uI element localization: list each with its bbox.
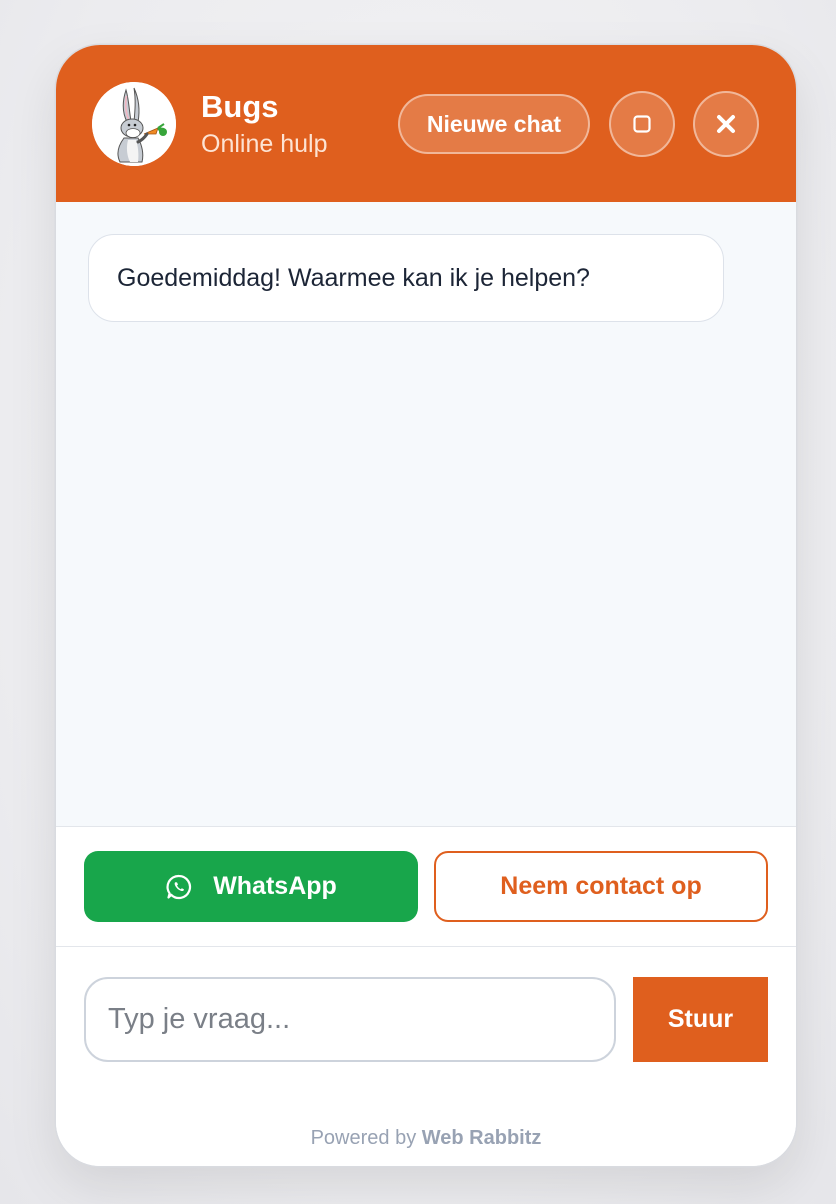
chat-header: Bugs Online hulp Nieuwe chat (56, 45, 796, 202)
page-background: Bugs Online hulp Nieuwe chat Goedemiddag… (0, 0, 836, 1204)
powered-by-brand[interactable]: Web Rabbitz (422, 1127, 542, 1149)
agent-status: Online hulp (201, 130, 328, 158)
agent-name: Bugs (201, 89, 279, 124)
agent-avatar (92, 82, 176, 166)
close-button[interactable] (693, 91, 759, 157)
bot-message: Goedemiddag! Waarmee kan ik je helpen? (88, 234, 724, 322)
powered-by-footer: Powered by Web Rabbitz (56, 1127, 796, 1150)
whatsapp-button[interactable]: WhatsApp (84, 851, 418, 922)
message-input[interactable] (84, 977, 616, 1062)
message-composer: Stuur Powered by Web Rabbitz (56, 947, 796, 1166)
close-icon (717, 115, 735, 133)
minimize-button[interactable] (609, 91, 675, 157)
chat-widget: Bugs Online hulp Nieuwe chat Goedemiddag… (56, 45, 796, 1166)
powered-by-prefix: Powered by (310, 1127, 417, 1149)
rabbit-avatar-icon (92, 82, 176, 166)
whatsapp-icon (166, 874, 192, 899)
message-list: Goedemiddag! Waarmee kan ik je helpen? (56, 202, 796, 827)
quick-actions: WhatsApp Neem contact op (56, 827, 796, 947)
whatsapp-label: WhatsApp (213, 872, 337, 900)
new-chat-button[interactable]: Nieuwe chat (398, 94, 590, 154)
square-icon (633, 115, 651, 133)
send-button[interactable]: Stuur (633, 977, 768, 1062)
contact-button[interactable]: Neem contact op (434, 851, 768, 922)
